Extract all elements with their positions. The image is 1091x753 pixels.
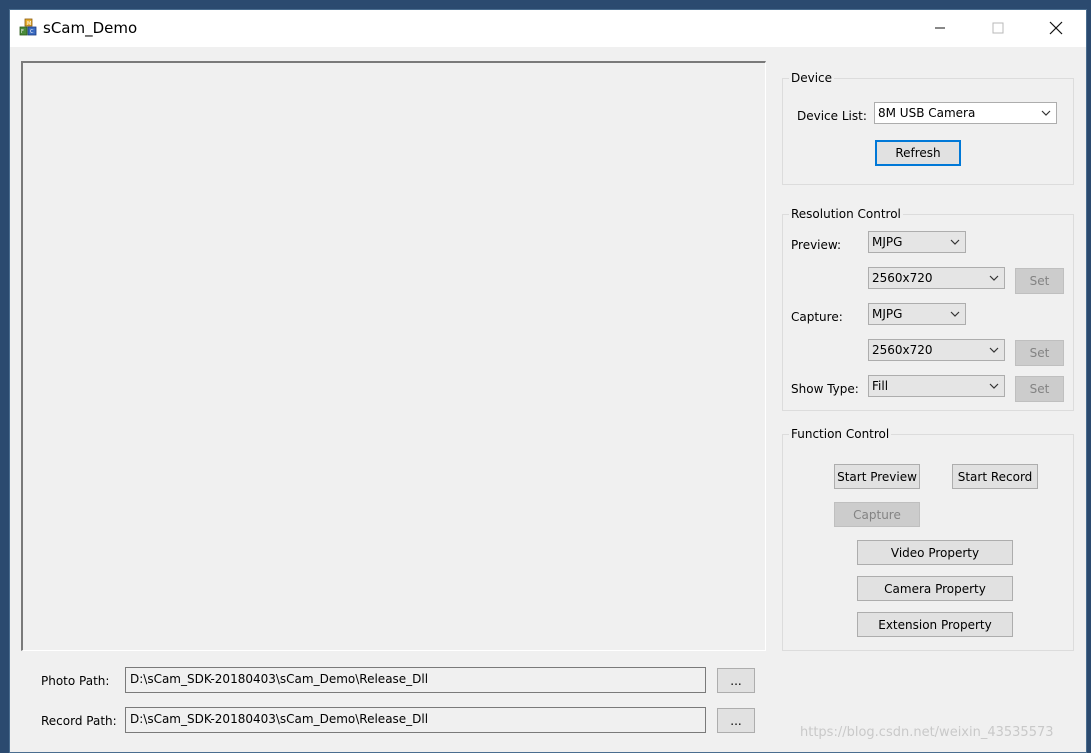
capture-size-select[interactable]: 2560x720 — [868, 339, 1005, 361]
resolution-control-group: Resolution Control Preview: MJPG 2560x72… — [782, 207, 1074, 411]
device-list-value: 8M USB Camera — [878, 106, 976, 120]
show-type-select[interactable]: Fill — [868, 375, 1005, 397]
function-control-group: Function Control Start Preview Start Rec… — [782, 427, 1074, 651]
video-preview-area[interactable] — [21, 61, 766, 651]
chevron-down-icon — [989, 275, 999, 281]
record-path-browse-button[interactable]: ... — [717, 708, 755, 733]
capture-format-select[interactable]: MJPG — [868, 303, 966, 325]
function-group-title: Function Control — [789, 427, 892, 441]
record-path-label: Record Path: — [41, 714, 117, 728]
preview-size-select[interactable]: 2560x720 — [868, 267, 1005, 289]
device-list-select[interactable]: 8M USB Camera — [874, 102, 1057, 124]
mfc-app-icon: M F C — [19, 18, 37, 36]
chevron-down-icon — [950, 239, 960, 245]
photo-path-field[interactable]: D:\sCam_SDK-20180403\sCam_Demo\Release_D… — [125, 667, 706, 693]
start-record-button[interactable]: Start Record — [952, 464, 1038, 489]
capture-size-value: 2560x720 — [872, 343, 933, 357]
capture-set-button[interactable]: Set — [1015, 340, 1064, 366]
window-title: sCam_Demo — [43, 19, 138, 37]
preview-format-select[interactable]: MJPG — [868, 231, 966, 253]
app-window: M F C sCam_Demo Device Device List: 8M U… — [9, 9, 1087, 753]
minimize-icon — [935, 27, 945, 29]
svg-text:F: F — [21, 29, 24, 35]
photo-path-browse-button[interactable]: ... — [717, 668, 755, 693]
video-property-button[interactable]: Video Property — [857, 540, 1013, 565]
refresh-button[interactable]: Refresh — [875, 140, 961, 166]
title-bar[interactable]: M F C sCam_Demo — [10, 10, 1086, 47]
device-group-title: Device — [789, 71, 835, 85]
preview-size-value: 2560x720 — [872, 271, 933, 285]
resolution-group-title: Resolution Control — [789, 207, 903, 221]
preview-format-value: MJPG — [872, 235, 903, 249]
preview-set-button[interactable]: Set — [1015, 268, 1064, 294]
chevron-down-icon — [989, 347, 999, 353]
chevron-down-icon — [1041, 110, 1051, 116]
close-icon — [1049, 21, 1063, 35]
close-button[interactable] — [1033, 14, 1079, 42]
show-type-value: Fill — [872, 379, 889, 393]
maximize-icon — [992, 22, 1004, 34]
camera-property-button[interactable]: Camera Property — [857, 576, 1013, 601]
photo-path-label: Photo Path: — [41, 674, 110, 688]
svg-text:M: M — [27, 21, 31, 27]
svg-text:C: C — [30, 29, 34, 35]
extension-property-button[interactable]: Extension Property — [857, 612, 1013, 637]
preview-label: Preview: — [791, 238, 842, 252]
chevron-down-icon — [950, 311, 960, 317]
watermark-text: https://blog.csdn.net/weixin_43535573 — [800, 725, 1054, 740]
maximize-button[interactable] — [975, 14, 1021, 42]
show-type-set-button[interactable]: Set — [1015, 376, 1064, 402]
show-type-label: Show Type: — [791, 382, 859, 396]
device-group: Device Device List: 8M USB Camera Refres… — [782, 71, 1074, 185]
capture-format-value: MJPG — [872, 307, 903, 321]
minimize-button[interactable] — [917, 14, 963, 42]
capture-button[interactable]: Capture — [834, 502, 920, 527]
start-preview-button[interactable]: Start Preview — [834, 464, 920, 489]
record-path-field[interactable]: D:\sCam_SDK-20180403\sCam_Demo\Release_D… — [125, 707, 706, 733]
device-list-label: Device List: — [797, 109, 867, 123]
capture-label: Capture: — [791, 310, 843, 324]
chevron-down-icon — [989, 383, 999, 389]
